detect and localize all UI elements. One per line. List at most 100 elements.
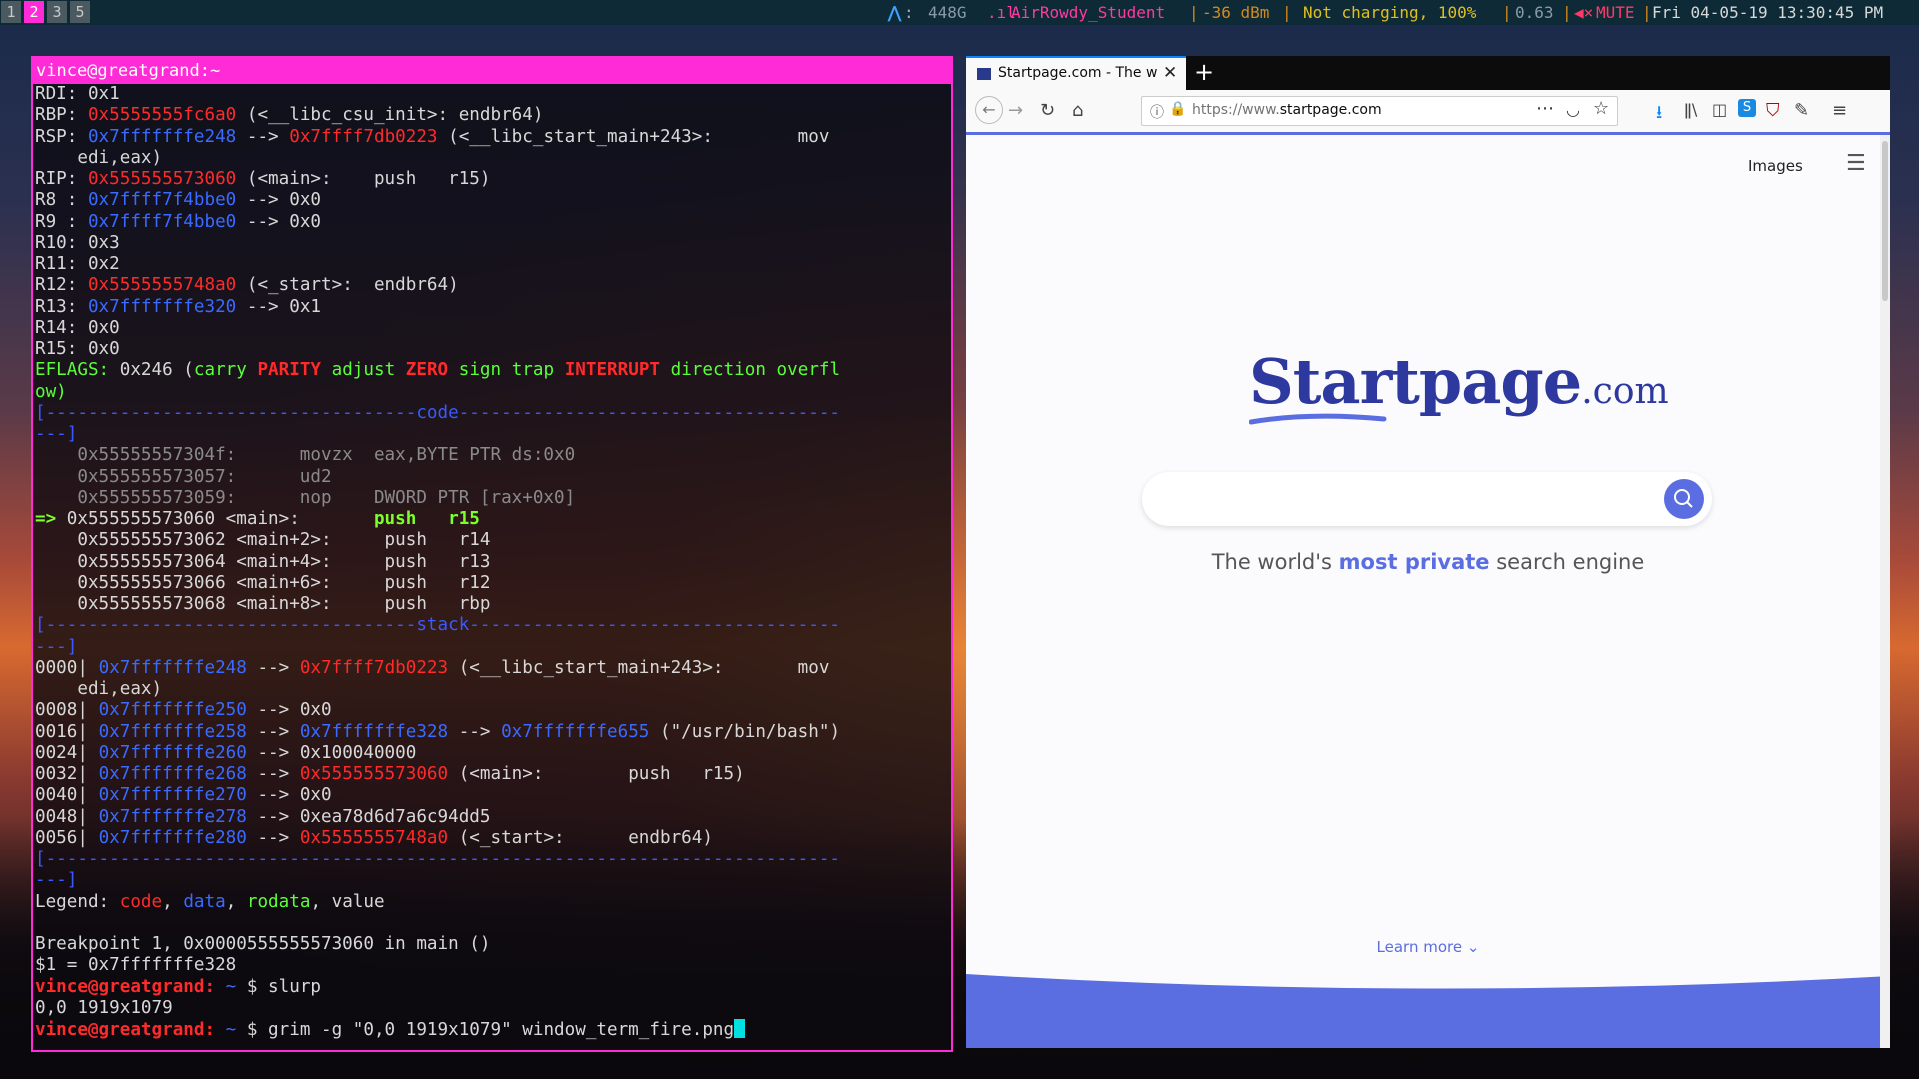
- terminal-text: [-----------------------------------stac…: [35, 615, 841, 636]
- terminal-text: ~: [215, 976, 247, 997]
- terminal-line: RDI: 0x1: [35, 84, 120, 105]
- back-button[interactable]: ←: [975, 96, 1003, 124]
- terminal-text: 0x555555573068 <main+8>: push rbp: [35, 594, 491, 614]
- terminal-text: --> 0x0: [236, 190, 322, 211]
- extension-icon[interactable]: ✎: [1794, 100, 1809, 121]
- terminal-text: --> 0x1: [236, 296, 322, 317]
- workspace-2[interactable]: 2: [24, 1, 44, 23]
- terminal-text: (<main>: push r15): [236, 169, 491, 189]
- home-button[interactable]: ⌂: [1072, 100, 1083, 121]
- workspace-5[interactable]: 5: [70, 1, 90, 23]
- terminal-text: ---]: [35, 424, 78, 444]
- terminal-text: 0x7fffffffe260: [98, 742, 247, 763]
- terminal-text: 0x7fffffffe320: [87, 296, 237, 317]
- extension-s-icon[interactable]: S: [1738, 99, 1756, 117]
- separator: |: [1282, 3, 1292, 22]
- terminal-text: =>: [35, 509, 67, 529]
- terminal-window[interactable]: vince@greatgrand:~ RDI: 0x1 RBP: 0x555555…: [31, 56, 953, 1052]
- library-icon[interactable]: ǁ\: [1684, 100, 1697, 119]
- terminal-text: vince@greatgrand:: [35, 1020, 216, 1040]
- terminal-line: 0x555555573068 <main+8>: push rbp: [35, 594, 490, 615]
- terminal-text: 0x555555573060 <main>:: [66, 509, 374, 529]
- terminal-text: R10: 0x3: [35, 232, 120, 253]
- browser-window[interactable]: Startpage.com - The wor ✕ + ← → ↻ ⌂ ⓘ 🔒 …: [966, 56, 1890, 1048]
- terminal-text: (<main>: push r15): [448, 764, 745, 784]
- wifi-strength: -36 dBm: [1202, 3, 1270, 22]
- terminal-text: 0x7fffffffe250: [98, 700, 247, 721]
- search-bar[interactable]: [1142, 472, 1712, 526]
- terminal-text: 0024|: [35, 742, 99, 763]
- terminal-title: vince@greatgrand:~: [33, 58, 951, 84]
- scrollbar-thumb[interactable]: [1882, 141, 1888, 301]
- terminal-text: 0x7fffffffe268: [98, 764, 247, 784]
- search-button[interactable]: [1664, 479, 1704, 519]
- terminal-text: --> 0x0: [236, 211, 322, 232]
- terminal-text: 0x246 (: [119, 360, 194, 381]
- menu-icon[interactable]: ☰: [1846, 151, 1866, 176]
- terminal-text: -->: [246, 721, 300, 742]
- url-bar[interactable]: ⓘ 🔒 https://www.startpage.com ⋯ ◡ ☆: [1141, 96, 1618, 126]
- url-text[interactable]: https://www.startpage.com: [1192, 102, 1382, 118]
- bookmark-star-icon[interactable]: ☆: [1593, 98, 1609, 119]
- terminal-text: $ grim -g "0,0 1919x1079" window_term_fi…: [246, 1020, 735, 1040]
- terminal-text: -->: [236, 126, 290, 147]
- terminal-text: RBP:: [35, 105, 88, 126]
- close-tab-icon[interactable]: ✕: [1163, 63, 1177, 83]
- downloads-icon[interactable]: ⭳: [1656, 100, 1662, 130]
- terminal-line: R9 : 0x7ffff7f4bbe0 --> 0x0: [35, 212, 321, 233]
- scrollbar[interactable]: [1880, 135, 1890, 1048]
- terminal-text: 0x7fffffffe248: [98, 657, 247, 678]
- terminal-text: 0008|: [35, 700, 99, 721]
- terminal-text: ,: [225, 891, 247, 912]
- terminal-text: 0x7ffff7db0223: [289, 126, 438, 147]
- terminal-text: ("/usr/bin/bash"): [649, 721, 841, 742]
- workspace-3[interactable]: 3: [47, 1, 67, 23]
- terminal-text: ---]: [35, 636, 78, 657]
- workspace-1[interactable]: 1: [1, 1, 21, 23]
- terminal-text: 0x555555573066 <main+6>: push r12: [35, 572, 491, 593]
- terminal-text: INTERRUPT: [564, 360, 661, 381]
- search-input[interactable]: [1162, 486, 1646, 514]
- terminal-line: R13: 0x7fffffffe320 --> 0x1: [35, 297, 321, 318]
- terminal-text: 0x7fffffffe655: [501, 721, 650, 742]
- forward-button[interactable]: →: [1008, 100, 1023, 121]
- sidebar-icon[interactable]: ◫: [1712, 100, 1727, 119]
- terminal-text: 0040|: [35, 785, 99, 806]
- terminal-text: (<__libc_start_main+243>: mov: [448, 657, 830, 678]
- terminal-text: ---]: [35, 870, 78, 891]
- images-link[interactable]: Images: [1748, 157, 1803, 175]
- terminal-text: -->: [246, 827, 300, 848]
- terminal-text: 0x555555573057: ud2: [35, 466, 332, 487]
- new-tab-button[interactable]: +: [1194, 58, 1214, 86]
- hamburger-menu-icon[interactable]: ≡: [1832, 100, 1847, 121]
- terminal-text: 0048|: [35, 806, 99, 827]
- terminal-text: RSP:: [35, 126, 88, 147]
- terminal-line: 0x555555573066 <main+6>: push r12: [35, 573, 490, 594]
- chevron-down-icon: ⌄: [1466, 938, 1480, 956]
- terminal-text: --> 0xea78d6d7a6c94dd5: [246, 806, 491, 827]
- page-actions-icon[interactable]: ⋯: [1536, 98, 1554, 119]
- terminal-line: 0x555555573062 <main+2>: push r14: [35, 530, 490, 551]
- terminal-text: 0032|: [35, 764, 99, 784]
- terminal-text: R8 :: [35, 190, 88, 211]
- terminal-line: RBP: 0x5555555fc6a0 (<__libc_csu_init>: …: [35, 105, 543, 126]
- tab-startpage[interactable]: Startpage.com - The wor ✕: [966, 56, 1186, 90]
- terminal-text: ZERO: [405, 360, 449, 381]
- ublock-icon[interactable]: ⛉: [1766, 100, 1780, 121]
- terminal-text: (<_start>: endbr64): [236, 275, 459, 296]
- pocket-icon[interactable]: ◡: [1566, 100, 1580, 119]
- terminal-text: [-----------------------------------code…: [35, 402, 841, 423]
- terminal-text: 0x555555573060: [299, 764, 449, 784]
- lock-icon[interactable]: 🔒: [1169, 101, 1186, 117]
- learn-more-link[interactable]: Learn more ⌄: [966, 938, 1890, 956]
- footer-wave: [966, 974, 1890, 1048]
- info-icon[interactable]: ⓘ: [1150, 102, 1164, 122]
- terminal-text: rodata: [246, 891, 311, 912]
- startpage-favicon: [977, 68, 991, 80]
- terminal-text: [---------------------------------------…: [35, 849, 841, 869]
- terminal-text: EFLAGS:: [35, 360, 120, 381]
- reload-button[interactable]: ↻: [1040, 100, 1055, 121]
- terminal-line: ---]: [35, 870, 77, 891]
- terminal-output[interactable]: RDI: 0x1 RBP: 0x5555555fc6a0 (<__libc_csu…: [35, 84, 949, 1048]
- terminal-text: , value: [310, 891, 385, 912]
